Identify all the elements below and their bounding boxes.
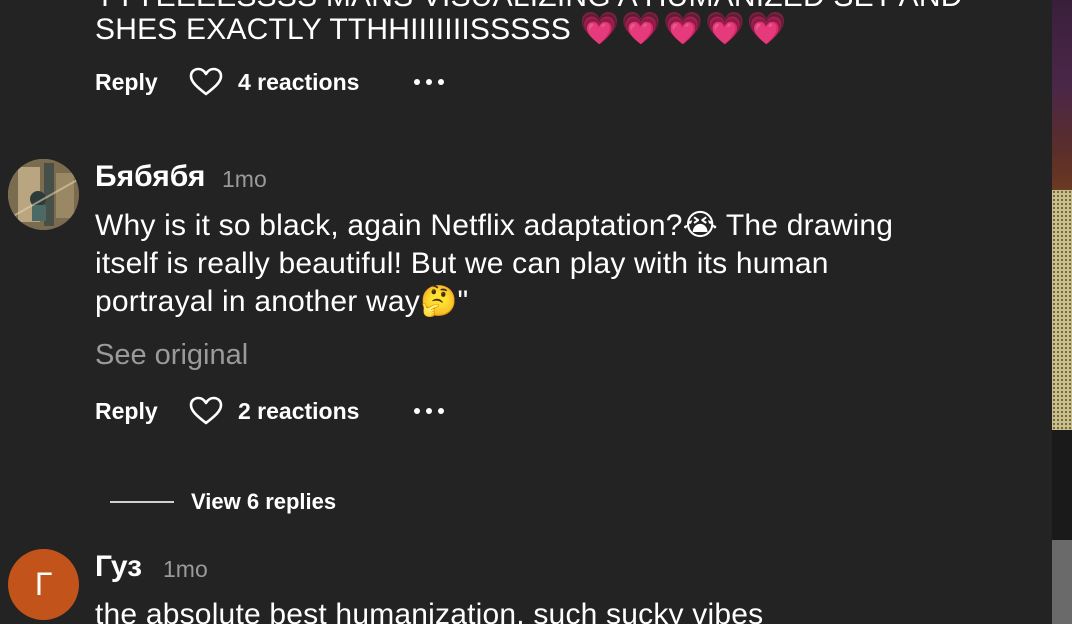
comment-text: Why is it so black, again Netflix adapta… [95, 209, 683, 242]
pin-comments-screen: YYYEEEESSSS MANS VISUALIZING A HUMANIZED… [0, 0, 1072, 624]
comment-text-line: the absolute best humanization, such suc… [95, 598, 764, 624]
comment-text-line: itself is really beautiful! But we can p… [95, 247, 829, 280]
comment-author[interactable]: Бябябя [95, 160, 205, 194]
comment-text-line: portrayal in another way🤔" [95, 283, 468, 321]
comment-text: " [457, 285, 469, 318]
more-options-icon[interactable] [414, 400, 444, 422]
view-replies-label: View 6 replies [191, 489, 337, 514]
pink-heart-emojis: 💗💗💗💗💗 [579, 9, 789, 47]
comment-text: portrayal in another way [95, 285, 420, 318]
reply-button[interactable]: Reply [95, 69, 189, 96]
avatar[interactable]: Г [8, 549, 79, 620]
comments-panel: YYYEEEESSSS MANS VISUALIZING A HUMANIZED… [0, 0, 1052, 624]
thinking-face-emoji: 🤔 [419, 284, 458, 319]
comment-author[interactable]: Гуз [95, 550, 142, 584]
reactions-count[interactable]: 2 reactions [238, 398, 414, 425]
comment-actions: Reply 2 reactions [95, 394, 444, 428]
reactions-count[interactable]: 4 reactions [238, 69, 414, 96]
comment-text-line: SHES EXACTLY TTHHIIIIIIISSSSS 💗💗💗💗💗 [95, 9, 789, 49]
heart-outline-icon[interactable] [189, 67, 223, 97]
reply-button[interactable]: Reply [95, 398, 189, 425]
comment-timestamp: 1mo [163, 556, 208, 582]
loudly-crying-emoji: 😭 [682, 208, 718, 243]
avatar-letter: Г [34, 566, 53, 602]
more-options-icon[interactable] [414, 71, 444, 93]
comment-actions: Reply 4 reactions [95, 65, 444, 99]
divider-line [110, 501, 174, 503]
avatar[interactable] [8, 159, 79, 230]
avatar-image [8, 159, 79, 230]
comment-text: The drawing [717, 209, 894, 242]
view-replies-button[interactable]: View 6 replies [110, 487, 336, 517]
pin-image-preview-edge [1052, 0, 1072, 624]
comment-text-line: Why is it so black, again Netflix adapta… [95, 207, 893, 245]
comment-text: SHES EXACTLY TTHHIIIIIIISSSSS [95, 13, 571, 46]
comment-timestamp: 1mo [222, 166, 267, 192]
see-original-link[interactable]: See original [95, 339, 248, 372]
heart-outline-icon[interactable] [189, 396, 223, 426]
